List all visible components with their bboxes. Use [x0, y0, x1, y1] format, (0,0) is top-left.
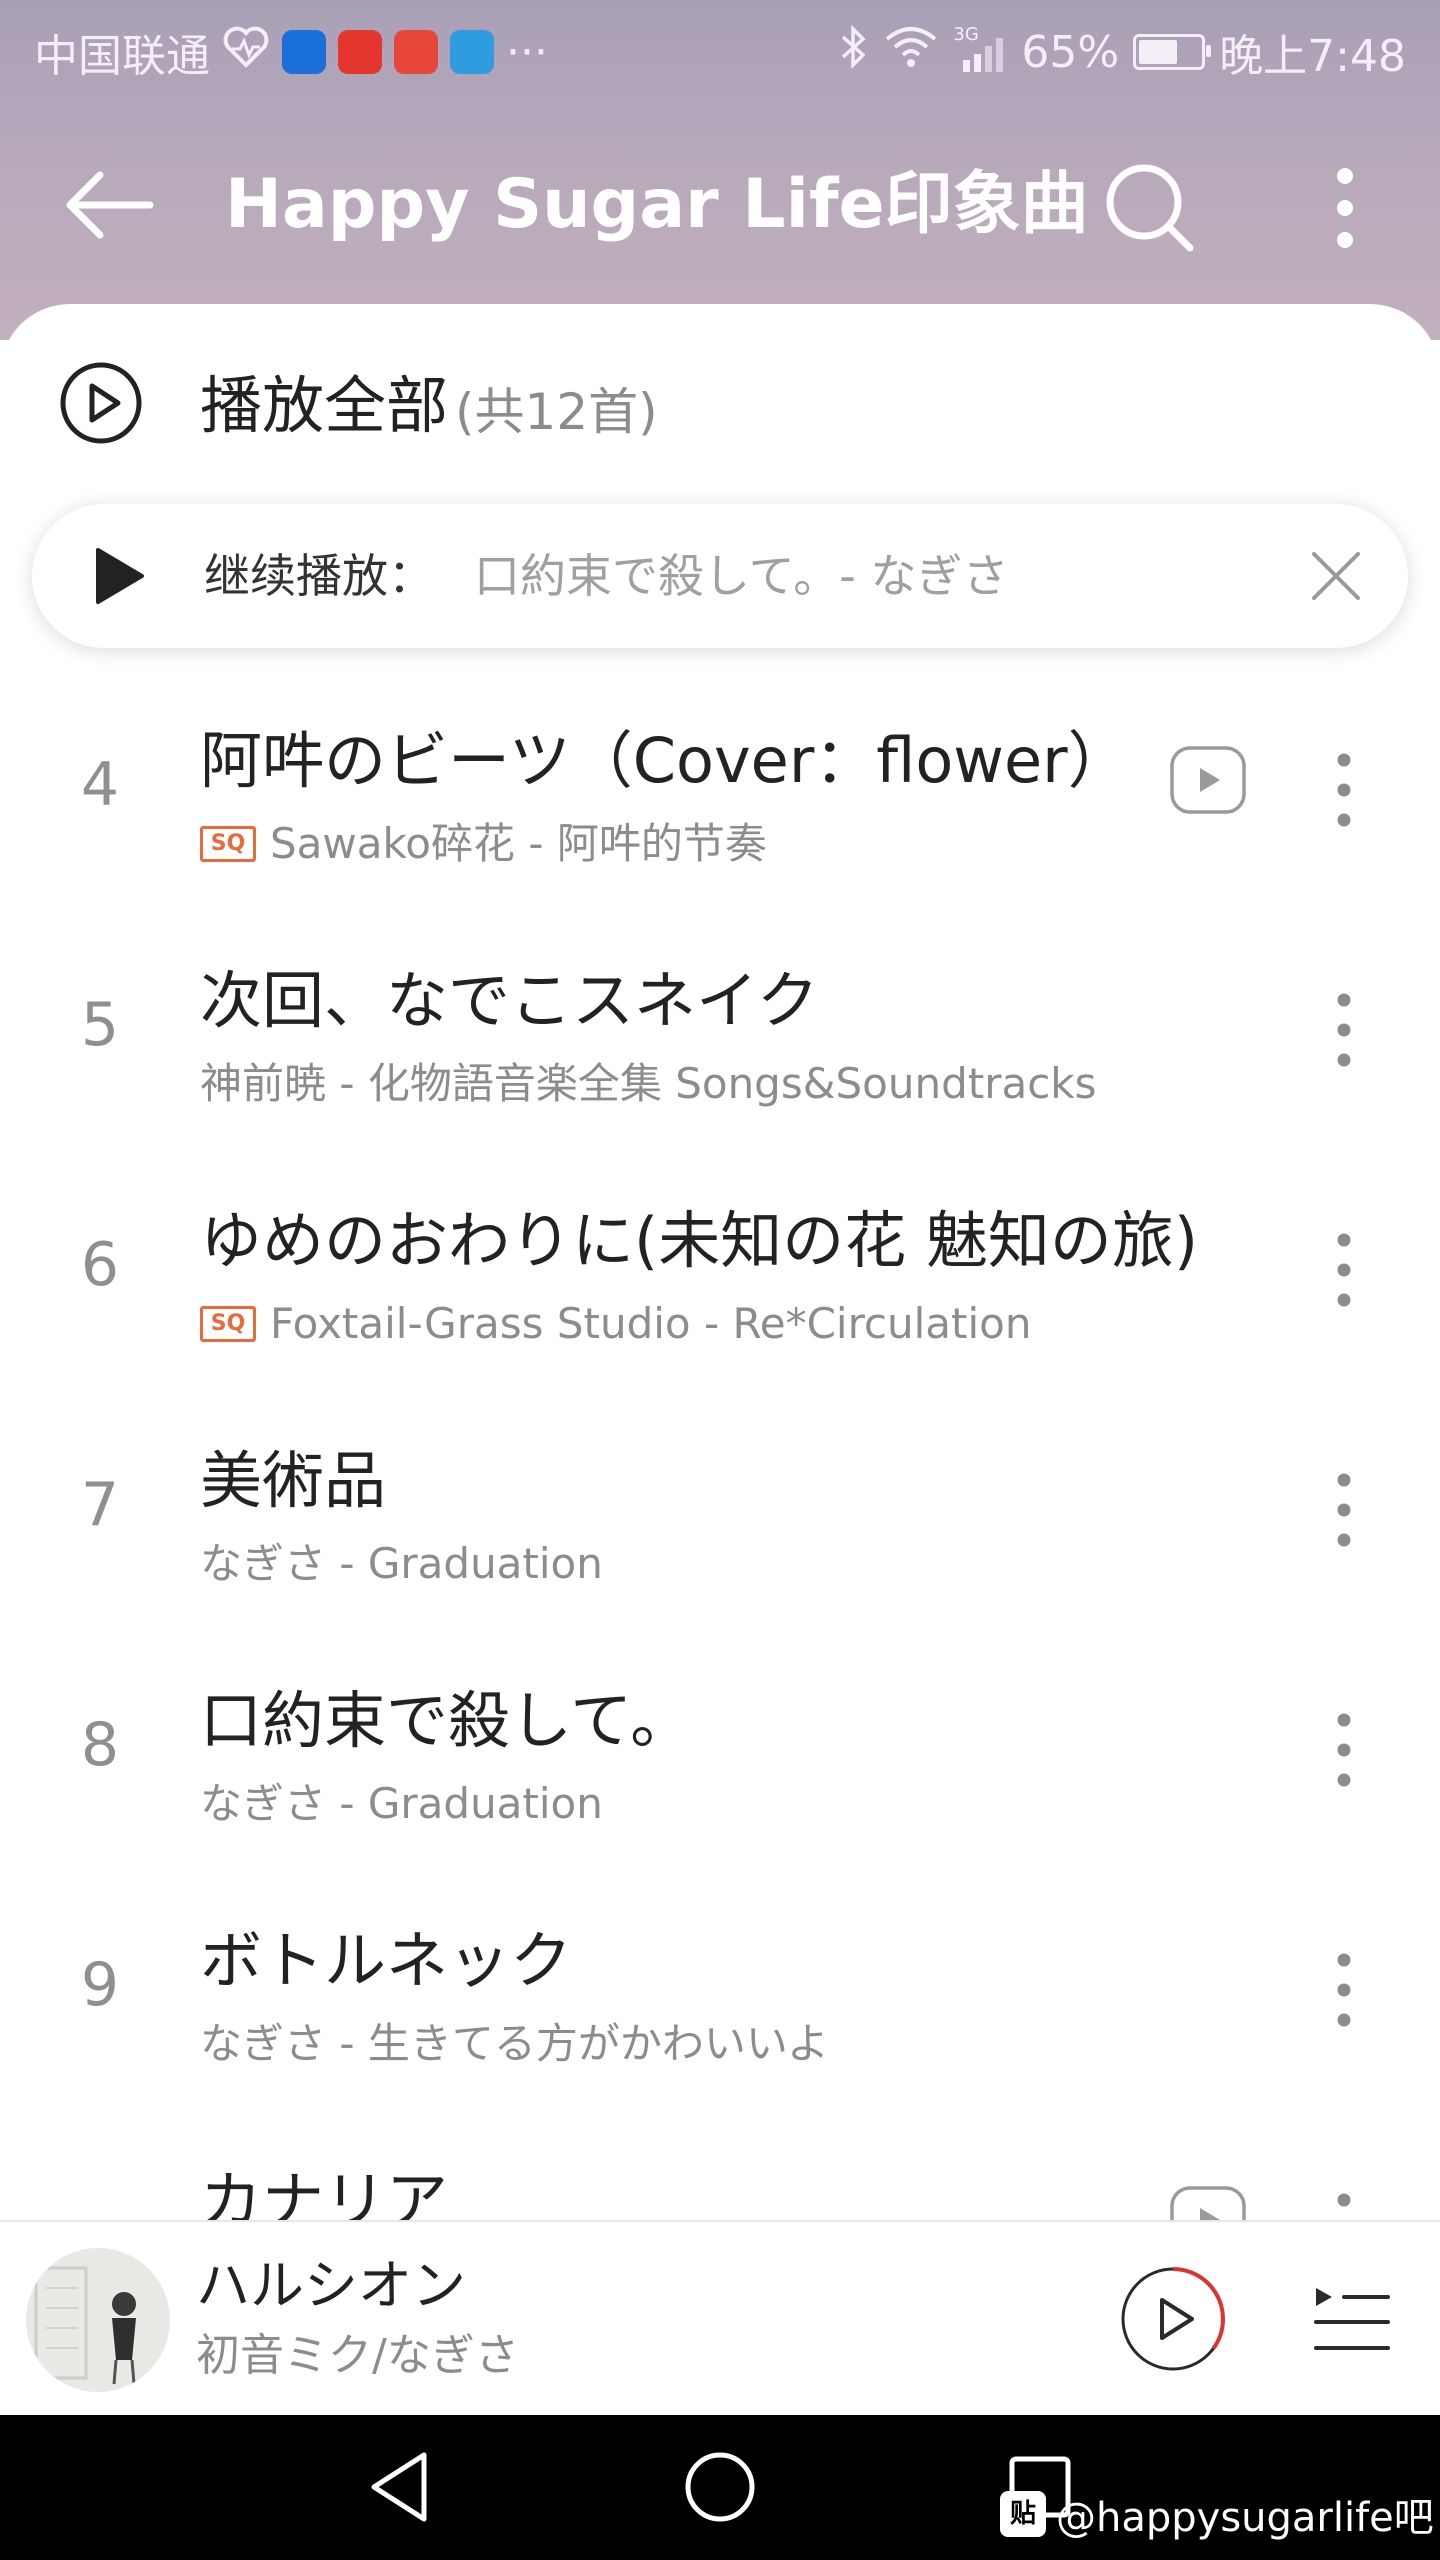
song-title: ボトルネック	[200, 1924, 573, 1997]
signal-icon: 3G	[953, 24, 1007, 74]
status-bar: 中国联通 ··· 3G 65% 晚上7:48	[0, 0, 1440, 100]
more-vertical-icon[interactable]	[1318, 2180, 1370, 2220]
play-circle-icon	[60, 362, 142, 444]
more-vertical-icon[interactable]	[1318, 1940, 1370, 2040]
now-playing-artist: 初音ミク/なぎさ	[196, 2330, 519, 2381]
track-number: 7	[80, 1470, 120, 1540]
sq-badge: SQ	[200, 826, 256, 862]
song-meta: SQ Foxtail-Grass Studio - Re*Circulation	[200, 1294, 1032, 1354]
health-icon	[222, 25, 270, 80]
mv-play-icon[interactable]	[1168, 2184, 1248, 2220]
play-all-label: 播放全部	[200, 369, 449, 442]
search-icon	[1106, 164, 1194, 252]
artist-album: 神前暁 - 化物語音楽全集 Songs&Soundtracks	[200, 1059, 1097, 1108]
now-playing-title: ハルシオン	[196, 2254, 466, 2317]
play-icon	[1160, 2298, 1194, 2340]
clock: 晚上7:48	[1219, 31, 1406, 82]
playlist-queue-icon[interactable]	[1310, 2278, 1394, 2362]
song-title: 美術品	[200, 1444, 387, 1517]
play-icon	[96, 548, 144, 604]
sq-badge: SQ	[200, 1306, 256, 1342]
artist-album: なぎさ - Graduation	[200, 1779, 603, 1828]
song-title: 阿吽のビーツ（Cover：flower）	[200, 724, 1130, 797]
huawei-store-icon	[394, 30, 438, 74]
play-pause-button[interactable]	[1118, 2264, 1228, 2374]
song-meta: SQ Sawako碎花 - 阿吽的节奏	[200, 814, 767, 874]
status-left: 中国联通 ···	[34, 20, 548, 84]
back-button[interactable]	[60, 160, 160, 250]
mini-player[interactable]: ハルシオン 初音ミク/なぎさ	[0, 2220, 1440, 2417]
artist-album: Sawako碎花 - 阿吽的节奏	[270, 819, 767, 868]
song-title: 次回、なでこスネイク	[200, 964, 819, 1037]
battery-icon	[1133, 34, 1212, 70]
more-vertical-icon[interactable]	[1318, 980, 1370, 1080]
song-row[interactable]: カナリア	[0, 2114, 1440, 2220]
song-meta: なぎさ - Graduation	[200, 1774, 603, 1834]
reader-app-icon	[450, 30, 494, 74]
mv-play-icon[interactable]	[1168, 744, 1248, 816]
nav-back-icon[interactable]	[360, 2445, 444, 2529]
song-row[interactable]: 7 美術品 なぎさ - Graduation	[0, 1394, 1440, 1634]
red-app-icon	[338, 30, 382, 74]
more-notifications-icon: ···	[506, 26, 548, 78]
song-row[interactable]: 9 ボトルネック なぎさ - 生きてる方がかわいいよ	[0, 1874, 1440, 2114]
song-row[interactable]: 4 阿吽のビーツ（Cover：flower） SQ Sawako碎花 - 阿吽的…	[0, 674, 1440, 914]
song-count: (共12首)	[455, 383, 658, 441]
resume-song: 口約束で殺して。- なぎさ	[474, 549, 1009, 603]
status-right: 3G 65% 晚上7:48	[839, 20, 1406, 84]
track-number: 8	[80, 1710, 120, 1780]
more-vertical-icon[interactable]	[1318, 740, 1370, 840]
play-all-row[interactable]: 播放全部 (共12首)	[0, 304, 1440, 514]
close-icon[interactable]	[1304, 544, 1368, 608]
artist-album: Foxtail-Grass Studio - Re*Circulation	[270, 1299, 1032, 1348]
watermark-text: @happysugarlife吧	[1056, 2495, 1434, 2541]
carrier-label: 中国联通	[34, 31, 210, 82]
song-row[interactable]: 6 ゆめのおわりに(未知の花 魅知の旅) SQ Foxtail-Grass St…	[0, 1154, 1440, 1394]
more-vertical-icon	[1337, 168, 1353, 248]
more-vertical-icon[interactable]	[1318, 1220, 1370, 1320]
song-meta: なぎさ - Graduation	[200, 1534, 603, 1594]
nav-home-icon[interactable]	[678, 2445, 762, 2529]
track-number: 6	[80, 1230, 120, 1300]
song-meta: なぎさ - 生きてる方がかわいいよ	[200, 2014, 829, 2074]
more-options-button[interactable]	[1310, 158, 1380, 258]
album-art-image	[26, 2248, 170, 2392]
more-vertical-icon[interactable]	[1318, 1700, 1370, 1800]
song-title: 口約束で殺して。	[200, 1684, 693, 1757]
track-number: 9	[80, 1950, 120, 2020]
artist-album: なぎさ - Graduation	[200, 1539, 603, 1588]
watermark: 贴 @happysugarlife吧	[1000, 2485, 1434, 2543]
tieba-logo: 贴	[1000, 2491, 1046, 2537]
playlist-title: Happy Sugar Life印象曲	[225, 165, 1089, 244]
resume-playback-bar[interactable]: 继续播放： 口約束で殺して。- なぎさ	[32, 504, 1408, 648]
search-button[interactable]	[1100, 158, 1200, 258]
song-meta: 神前暁 - 化物語音楽全集 Songs&Soundtracks	[200, 1054, 1097, 1114]
song-row[interactable]: 5 次回、なでこスネイク 神前暁 - 化物語音楽全集 Songs&Soundtr…	[0, 914, 1440, 1154]
track-number: 5	[80, 990, 120, 1060]
song-title: カナリア	[200, 2164, 449, 2220]
bluetooth-icon	[839, 23, 869, 82]
album-cover[interactable]	[26, 2248, 170, 2392]
track-number: 4	[80, 750, 120, 820]
song-title: ゆめのおわりに(未知の花 魅知の旅)	[200, 1204, 1199, 1277]
toolbar: Happy Sugar Life印象曲	[0, 130, 1440, 280]
shield-app-icon	[282, 30, 326, 74]
arrow-left-icon	[66, 171, 154, 239]
song-row[interactable]: 8 口約束で殺して。 なぎさ - Graduation	[0, 1634, 1440, 1874]
more-vertical-icon[interactable]	[1318, 1460, 1370, 1560]
artist-album: なぎさ - 生きてる方がかわいいよ	[200, 2019, 830, 2068]
battery-percent: 65%	[1021, 26, 1120, 78]
wifi-icon	[883, 25, 939, 80]
resume-label: 继续播放：	[204, 549, 434, 603]
song-list-sheet: 播放全部 (共12首) 继续播放： 口約束で殺して。- なぎさ 4 阿吽のビーツ…	[0, 304, 1440, 2220]
